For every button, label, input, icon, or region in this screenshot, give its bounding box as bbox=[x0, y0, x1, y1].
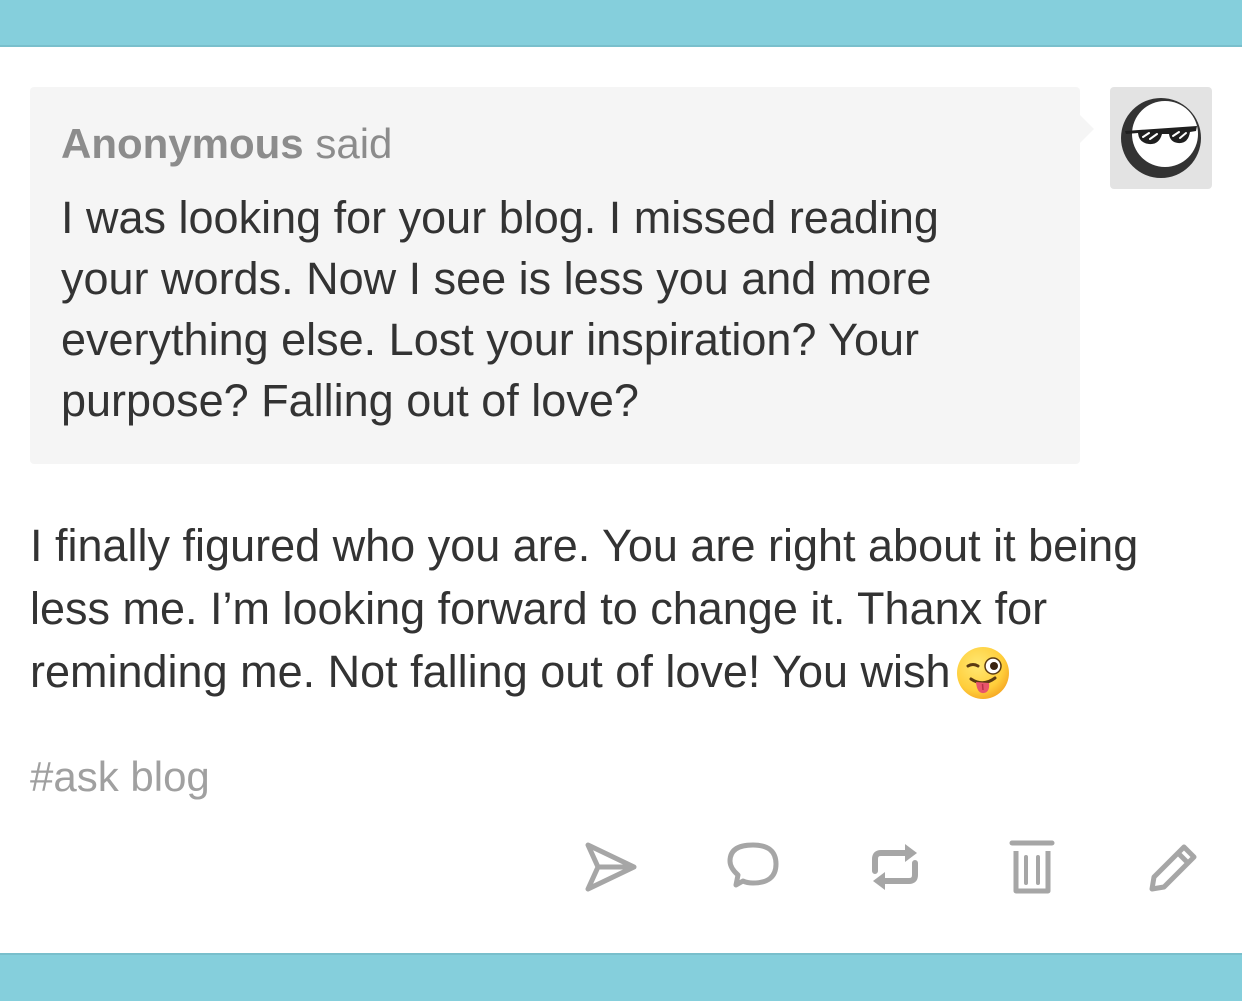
asker-line: Anonymous said bbox=[61, 117, 1049, 171]
trash-icon bbox=[1009, 840, 1055, 894]
bottom-bar bbox=[0, 953, 1242, 1001]
post-controls bbox=[0, 832, 1242, 902]
ask-post: Anonymous said I was looking for your bl… bbox=[0, 47, 1242, 953]
reply-icon bbox=[727, 842, 779, 888]
share-icon bbox=[585, 842, 637, 892]
reply-button[interactable] bbox=[717, 832, 787, 902]
said-label: said bbox=[315, 120, 393, 167]
share-button[interactable] bbox=[575, 832, 645, 902]
winking-face-with-tongue-icon bbox=[955, 645, 1011, 717]
delete-button[interactable] bbox=[997, 832, 1067, 902]
ask-bubble: Anonymous said I was looking for your bl… bbox=[30, 87, 1094, 464]
tag-list: #ask blog bbox=[30, 749, 210, 805]
reblog-icon bbox=[872, 844, 918, 890]
question-text: I was looking for your blog. I missed re… bbox=[61, 192, 939, 426]
pencil-icon bbox=[1149, 844, 1197, 892]
reblog-button[interactable] bbox=[860, 832, 930, 902]
top-bar bbox=[0, 0, 1242, 47]
tag-ask-blog[interactable]: #ask blog bbox=[30, 753, 210, 800]
sunglasses-avatar-icon bbox=[1121, 98, 1201, 178]
edit-button[interactable] bbox=[1137, 832, 1207, 902]
asker-name[interactable]: Anonymous bbox=[61, 120, 304, 167]
answer-body: I finally figured who you are. You are r… bbox=[30, 514, 1210, 717]
avatar[interactable] bbox=[1110, 87, 1212, 189]
